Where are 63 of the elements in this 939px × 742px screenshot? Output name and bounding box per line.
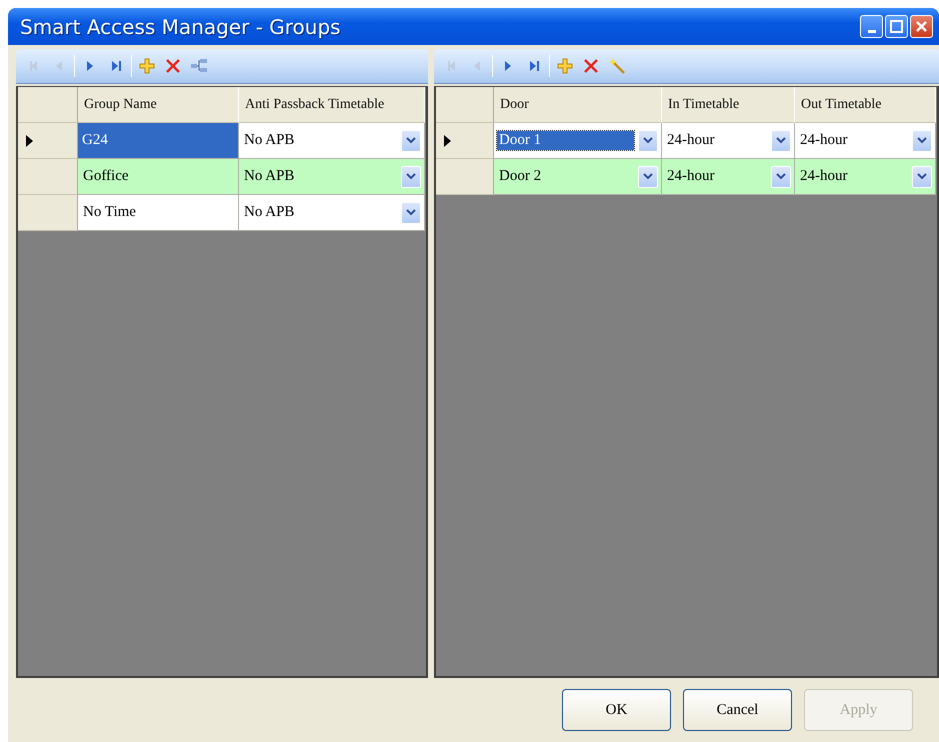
maximize-button[interactable] bbox=[885, 15, 908, 38]
caret-icon bbox=[776, 173, 786, 180]
minimize-icon bbox=[868, 30, 876, 33]
column-header[interactable]: Out Timetable bbox=[795, 87, 936, 123]
plus-icon bbox=[138, 57, 156, 75]
corner-header bbox=[436, 87, 494, 123]
dropdown-cell[interactable]: Door 2 bbox=[494, 159, 662, 195]
dropdown-cell[interactable]: 24-hour bbox=[662, 123, 795, 159]
dropdown-cell[interactable]: No APB bbox=[239, 123, 425, 159]
caret-icon bbox=[917, 137, 927, 144]
plus-icon bbox=[556, 57, 574, 75]
dropdown-button[interactable] bbox=[912, 130, 932, 152]
next-record-icon bbox=[505, 61, 511, 71]
delete-icon bbox=[582, 57, 600, 75]
dropdown-button[interactable] bbox=[771, 130, 791, 152]
maximize-icon bbox=[890, 20, 903, 33]
dropdown-cell[interactable]: 24-hour bbox=[662, 159, 795, 195]
current-row-icon bbox=[444, 134, 451, 146]
magic-wand-icon bbox=[608, 57, 626, 75]
column-header[interactable]: Door bbox=[494, 87, 662, 123]
last-record-icon bbox=[112, 61, 120, 71]
dialog-button[interactable]: OK bbox=[562, 689, 671, 731]
caret-icon bbox=[406, 137, 416, 144]
first-record-icon bbox=[30, 61, 36, 71]
caret-icon bbox=[917, 173, 927, 180]
table-cell[interactable]: Goffice bbox=[78, 159, 239, 195]
window-title: Smart Access Manager - Groups bbox=[20, 14, 342, 38]
dropdown-button[interactable] bbox=[638, 166, 658, 188]
dropdown-cell[interactable]: Door 1 bbox=[494, 123, 662, 159]
delete-icon bbox=[164, 57, 182, 75]
next-record-icon bbox=[87, 61, 93, 71]
table-cell[interactable]: No Time bbox=[78, 195, 239, 231]
corner-header bbox=[18, 87, 78, 123]
caret-icon bbox=[406, 173, 416, 180]
caret-icon bbox=[643, 173, 653, 180]
dropdown-cell[interactable]: No APB bbox=[239, 195, 425, 231]
first-record-icon bbox=[448, 61, 454, 71]
close-icon bbox=[915, 20, 928, 33]
dropdown-button[interactable] bbox=[912, 166, 932, 188]
current-row-icon bbox=[26, 134, 33, 146]
previous-record-icon bbox=[474, 61, 480, 71]
dropdown-button[interactable] bbox=[401, 166, 421, 188]
close-button[interactable] bbox=[910, 15, 933, 38]
dropdown-button[interactable] bbox=[638, 130, 658, 152]
dialog-button[interactable]: Cancel bbox=[683, 689, 792, 731]
row-header[interactable] bbox=[436, 123, 494, 159]
column-header[interactable]: Anti Passback Timetable bbox=[239, 87, 425, 123]
dropdown-button[interactable] bbox=[771, 166, 791, 188]
dropdown-button[interactable] bbox=[401, 202, 421, 224]
hierarchy-icon bbox=[190, 57, 208, 75]
table-cell[interactable]: G24 bbox=[78, 123, 239, 159]
caret-icon bbox=[776, 137, 786, 144]
dropdown-cell[interactable]: No APB bbox=[239, 159, 425, 195]
dropdown-button[interactable] bbox=[401, 130, 421, 152]
previous-record-icon bbox=[56, 61, 62, 71]
column-header[interactable]: In Timetable bbox=[662, 87, 795, 123]
dropdown-cell[interactable]: 24-hour bbox=[795, 159, 936, 195]
column-header[interactable]: Group Name bbox=[78, 87, 239, 123]
caret-icon bbox=[643, 137, 653, 144]
dropdown-cell[interactable]: 24-hour bbox=[795, 123, 936, 159]
caret-icon bbox=[406, 209, 416, 216]
minimize-button[interactable] bbox=[860, 15, 883, 38]
last-record-icon bbox=[530, 61, 538, 71]
